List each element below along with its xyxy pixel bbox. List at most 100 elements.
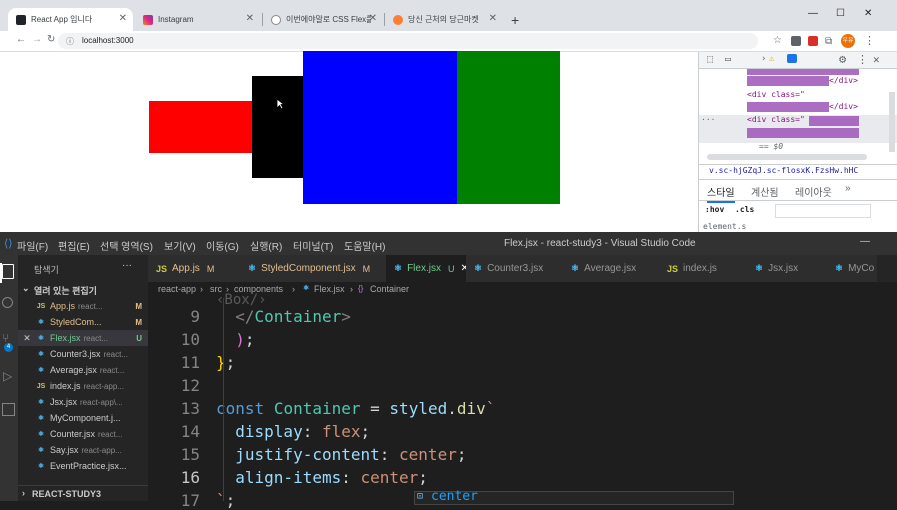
close-icon[interactable]: ✕ (489, 13, 497, 24)
menu-go[interactable]: 이동(G) (206, 238, 239, 253)
search-icon[interactable] (2, 297, 13, 308)
minimize-icon[interactable]: — (808, 8, 818, 19)
extension-icon[interactable] (791, 36, 801, 46)
reload-icon[interactable]: ↻ (47, 34, 55, 45)
code-line[interactable]: }; (216, 353, 235, 372)
open-editor-item[interactable]: JS index.js react-app... (18, 378, 148, 394)
devtools-menu-icon[interactable]: ⋮ (857, 53, 868, 66)
hov-toggle[interactable]: :hov (705, 205, 724, 214)
horizontal-scrollbar[interactable] (707, 154, 867, 160)
code-line[interactable]: justify-content: center; (216, 445, 466, 464)
menu-view[interactable]: 보기(V) (164, 238, 196, 253)
open-editor-item[interactable]: ⚛ MyComponent.j... (18, 410, 148, 426)
breadcrumb-item[interactable]: Flex.jsx (314, 284, 345, 294)
more-tabs-icon[interactable]: › (761, 54, 766, 64)
tab-instagram[interactable]: Instagram ✕ (135, 8, 260, 31)
dom-line[interactable]: <div class=" (699, 90, 897, 102)
tab-layout[interactable]: 레이아웃 (795, 184, 832, 199)
dom-highlight (747, 128, 859, 138)
forward-icon[interactable]: → (32, 34, 42, 45)
explorer-icon[interactable] (2, 264, 14, 279)
address-bar[interactable]: ⓘ localhost:3000 (58, 33, 758, 49)
close-icon[interactable]: ✕ (369, 13, 377, 24)
maximize-icon[interactable]: ☐ (836, 8, 845, 19)
editor-tab[interactable]: ⚛ MyCo (827, 255, 878, 282)
extension-red-icon[interactable] (808, 36, 818, 46)
dom-line-selected[interactable]: ··· <div class=" (699, 115, 897, 143)
code-line[interactable]: ); (216, 330, 254, 349)
inspect-icon[interactable]: ⬚ (707, 54, 713, 65)
open-editor-item[interactable]: JS App.js react... M (18, 298, 148, 314)
open-editors-header[interactable]: ⌄ 열려 있는 편집기 (18, 282, 148, 296)
open-editor-item[interactable]: ⚛ Counter3.jsx react... (18, 346, 148, 362)
code-editor[interactable]: ‹Box/› 9 </Container> 10 ); 11}; 12 13 const … (148, 292, 897, 510)
menu-help[interactable]: 도움말(H) (344, 238, 385, 253)
selector-breadcrumb[interactable]: v.sc-hjGZqJ.sc-flosxK.FzsHw.hHC (699, 164, 897, 180)
tab-computed[interactable]: 계산됨 (751, 184, 779, 199)
open-editor-item[interactable]: ⚛ Say.jsx react-app... (18, 442, 148, 458)
minimize-icon[interactable]: — (860, 236, 870, 247)
open-editor-item[interactable]: ⚛ Jsx.jsx react-app\... (18, 394, 148, 410)
code-line[interactable]: </Container> (216, 307, 351, 326)
more-menu-icon[interactable]: ⋮ (864, 34, 875, 47)
more-actions-icon[interactable]: ··· (122, 260, 132, 271)
open-editor-item[interactable]: ⚛ EventPractice.jsx... (18, 458, 148, 474)
editor-tab[interactable]: ⚛ Jsx.jsx (747, 255, 828, 282)
issues-icon[interactable] (787, 54, 797, 63)
editor-tab[interactable]: JS index.js (659, 255, 748, 282)
cls-toggle[interactable]: .cls (735, 205, 754, 214)
open-editor-item[interactable]: ⚛ StyledCom... M (18, 314, 148, 330)
menu-run[interactable]: 실행(R) (250, 238, 282, 253)
ellipsis-icon[interactable]: ··· (701, 115, 715, 124)
code-line[interactable]: const Container = styled.div` (216, 399, 495, 418)
editor-tab[interactable]: JS App.js M (148, 255, 241, 282)
menu-file[interactable]: 파일(F) (17, 238, 48, 253)
menu-terminal[interactable]: 터미널(T) (293, 238, 333, 253)
more-tabs-icon[interactable]: » (845, 183, 851, 194)
close-devtools-icon[interactable]: ✕ (873, 53, 880, 66)
tab-css-flex[interactable]: 이번에야말로 CSS Flex를 익혀보자 ✕ (263, 8, 383, 31)
menu-selection[interactable]: 선택 영역(S) (100, 238, 153, 253)
tab-react-app[interactable]: React App 입니다 ✕ (8, 8, 133, 31)
tab-styles[interactable]: 스타일 (707, 184, 735, 203)
editor-tab[interactable]: ⚛ Counter3.jsx (466, 255, 564, 282)
close-window-icon[interactable]: ✕ (864, 8, 872, 19)
profile-avatar[interactable]: 우유 (841, 34, 855, 48)
open-editor-item[interactable]: ✕ ⚛ Flex.jsx react... U (18, 330, 148, 346)
js-file-icon: JS (36, 382, 46, 390)
editor-tab[interactable]: ⚛ StyledComponent.jsx M (240, 255, 387, 282)
dom-line[interactable]: </div> (699, 102, 897, 114)
close-icon[interactable]: ✕ (246, 13, 254, 24)
suggestion-widget[interactable]: ⊡ center (414, 489, 734, 505)
close-icon[interactable]: ✕ (18, 333, 36, 344)
menu-edit[interactable]: 편집(E) (58, 238, 90, 253)
open-editor-item[interactable]: ⚛ Counter.jsx react... (18, 426, 148, 442)
editor-tab[interactable]: ⚛Flex.jsxU✕ (386, 255, 467, 282)
settings-gear-icon[interactable]: ⚙ (839, 52, 846, 66)
close-icon[interactable]: ✕ (119, 13, 127, 24)
dom-highlight (747, 76, 829, 86)
suggestion-text[interactable]: center (431, 489, 478, 504)
project-header[interactable]: › REACT-STUDY3 (18, 485, 148, 502)
code-line[interactable]: display: flex; (216, 422, 370, 441)
editor-tab[interactable]: ⚛ Average.jsx (563, 255, 660, 282)
warning-icon[interactable]: ⚠ (769, 54, 774, 64)
code-line[interactable]: align-items: center; (216, 468, 428, 487)
breadcrumb-item[interactable]: react-app (158, 284, 196, 294)
new-style-rule-button[interactable] (775, 204, 871, 218)
new-tab-button[interactable]: + (511, 13, 519, 27)
info-icon[interactable]: ⓘ (66, 36, 74, 47)
extensions-icon[interactable] (2, 403, 15, 416)
tab-daangn[interactable]: 당신 근처의 당근마켓 ✕ (385, 8, 503, 31)
browser-window: React App 입니다 ✕ Instagram ✕ 이번에야말로 CSS F… (0, 0, 897, 232)
puzzle-icon[interactable]: ⧉ (825, 36, 832, 47)
dom-text: </div> (829, 102, 858, 111)
back-icon[interactable]: ← (16, 34, 26, 45)
bookmark-star-icon[interactable]: ☆ (773, 35, 782, 46)
vertical-scrollbar[interactable] (889, 92, 895, 152)
dom-line[interactable]: </div> (699, 76, 897, 88)
breadcrumb-item[interactable]: Container (370, 284, 409, 294)
open-editor-item[interactable]: ⚛ Average.jsx react... (18, 362, 148, 378)
run-debug-icon[interactable]: ▷ (3, 369, 12, 383)
device-icon[interactable]: ▭ (725, 54, 731, 65)
